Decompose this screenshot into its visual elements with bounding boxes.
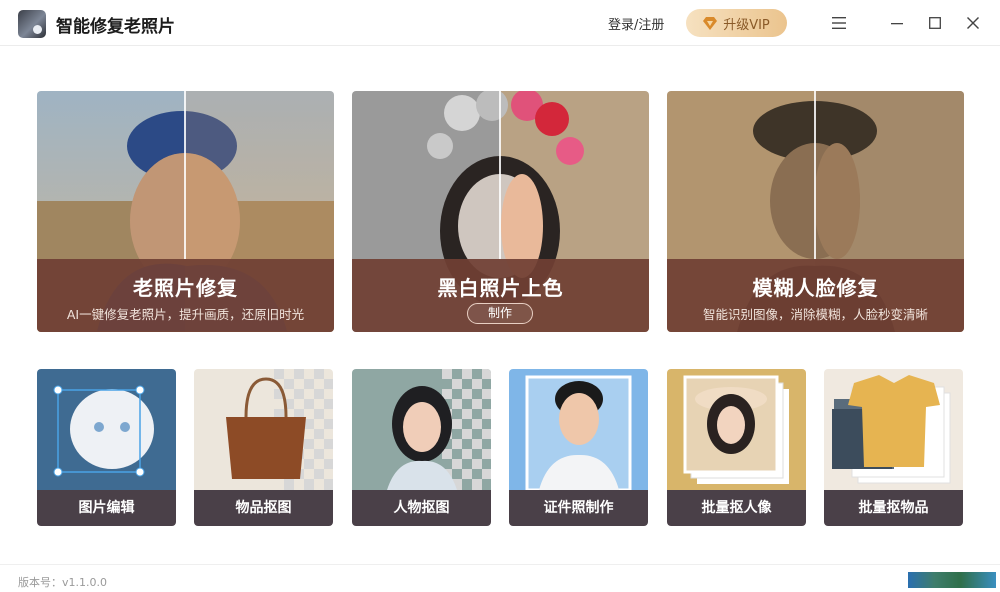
tool-label: 物品抠图 bbox=[194, 490, 333, 526]
tool-card-id-photo[interactable]: 证件照制作 bbox=[509, 369, 648, 526]
feature-title: 模糊人脸修复 bbox=[752, 276, 879, 300]
upgrade-vip-button[interactable]: 升级VIP bbox=[686, 9, 787, 37]
app-logo-icon bbox=[18, 10, 46, 38]
tool-label: 批量抠人像 bbox=[667, 490, 806, 526]
diamond-icon bbox=[703, 16, 718, 30]
woman-portrait-photo bbox=[352, 369, 491, 490]
tool-card-person-cutout[interactable]: 人物抠图 bbox=[352, 369, 491, 526]
make-button[interactable]: 制作 bbox=[467, 303, 533, 324]
menu-icon[interactable] bbox=[828, 12, 850, 34]
feature-title: 老照片修复 bbox=[133, 276, 238, 300]
feature-card-old-photo-repair[interactable]: 老照片修复 AI一键修复老照片，提升画质，还原旧时光 bbox=[37, 91, 334, 332]
stacked-tshirts-photo bbox=[824, 369, 963, 490]
stacked-portraits-photo bbox=[667, 369, 806, 490]
minimize-icon[interactable] bbox=[886, 12, 908, 34]
tool-label: 人物抠图 bbox=[352, 490, 491, 526]
handbag-photo bbox=[194, 369, 333, 490]
before-after-divider bbox=[184, 91, 186, 259]
tool-label: 批量抠物品 bbox=[824, 490, 963, 526]
before-after-divider bbox=[499, 91, 501, 259]
feature-band: 老照片修复 AI一键修复老照片，提升画质，还原旧时光 bbox=[37, 259, 334, 332]
kitten-photo bbox=[37, 369, 176, 490]
tool-card-object-cutout[interactable]: 物品抠图 bbox=[194, 369, 333, 526]
footer-banner-thumbnail bbox=[908, 572, 996, 588]
feature-band: 黑白照片上色 制作 bbox=[352, 259, 649, 332]
tool-card-batch-object-cutout[interactable]: 批量抠物品 bbox=[824, 369, 963, 526]
version-label: 版本号：v1.1.0.0 bbox=[18, 576, 107, 589]
login-register-link[interactable]: 登录/注册 bbox=[608, 14, 664, 33]
feature-band: 模糊人脸修复 智能识别图像，消除模糊，人脸秒变清晰 bbox=[667, 259, 964, 332]
tool-card-batch-portrait-cutout[interactable]: 批量抠人像 bbox=[667, 369, 806, 526]
feature-card-colorize[interactable]: 黑白照片上色 制作 bbox=[352, 91, 649, 332]
feature-title: 黑白照片上色 bbox=[437, 276, 564, 300]
title-bar: 智能修复老照片 登录/注册 升级VIP bbox=[0, 0, 1000, 46]
feature-subtitle: AI一键修复老照片，提升画质，还原旧时光 bbox=[66, 307, 305, 322]
app-title: 智能修复老照片 bbox=[56, 17, 175, 37]
close-icon[interactable] bbox=[962, 12, 984, 34]
tool-label: 图片编辑 bbox=[37, 490, 176, 526]
vip-label: 升级VIP bbox=[723, 17, 770, 33]
footer: 版本号：v1.1.0.0 bbox=[0, 564, 1000, 592]
id-photo-man bbox=[509, 369, 648, 490]
before-after-divider bbox=[814, 91, 816, 259]
tool-card-image-edit[interactable]: 图片编辑 bbox=[37, 369, 176, 526]
maximize-icon[interactable] bbox=[924, 12, 946, 34]
tool-label: 证件照制作 bbox=[509, 490, 648, 526]
feature-card-face-repair[interactable]: 模糊人脸修复 智能识别图像，消除模糊，人脸秒变清晰 bbox=[667, 91, 964, 332]
feature-subtitle: 智能识别图像，消除模糊，人脸秒变清晰 bbox=[702, 307, 928, 322]
